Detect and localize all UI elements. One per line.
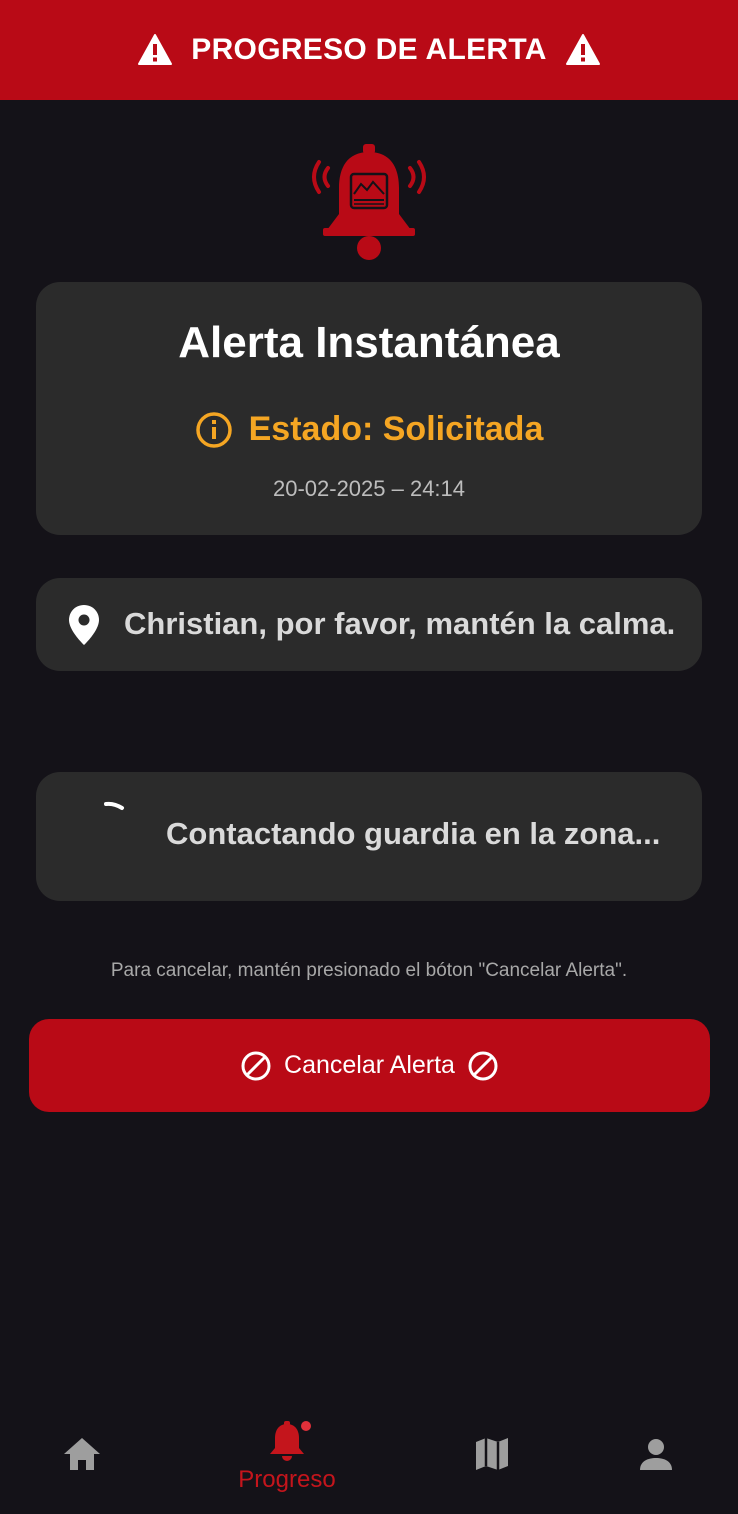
ban-icon: [241, 1051, 271, 1080]
message-card: Christian, por favor, mantén la calma.: [36, 578, 702, 671]
alert-datetime: 20-02-2025 – 24:14: [272, 476, 466, 501]
alert-info-card: Alerta Instantánea Estado: Solicitada 20…: [36, 282, 702, 535]
nav-map[interactable]: [470, 1436, 514, 1472]
nav-progress-label: Progreso: [238, 1466, 336, 1493]
contacting-text: Contactando guardia en la zona...: [166, 816, 661, 851]
cancel-hint: Para cancelar, mantén presionado el bóto…: [110, 960, 628, 981]
alert-progress-screen: PROGRESO DE ALERTA Alerta Instantánea Es…: [0, 0, 738, 1514]
home-icon: [64, 1438, 100, 1470]
status-text: Estado: Solicitada: [248, 410, 544, 448]
map-icon: [476, 1438, 508, 1470]
page-title: PROGRESO DE ALERTA: [191, 33, 547, 66]
location-pin-icon: [69, 605, 99, 645]
warning-icon: [138, 34, 173, 65]
bottom-navigation: Progreso: [0, 1400, 738, 1514]
warning-icon: [565, 34, 600, 65]
calm-message: Christian, por favor, mantén la calma.: [124, 606, 676, 641]
alarm-bell-icon: [301, 140, 437, 264]
top-app-bar: PROGRESO DE ALERTA: [0, 0, 738, 100]
nav-profile[interactable]: [634, 1436, 678, 1472]
cancel-alert-button[interactable]: Cancelar Alerta: [29, 1019, 710, 1112]
contacting-card: Contactando guardia en la zona...: [36, 772, 702, 901]
ban-icon: [468, 1051, 498, 1080]
person-icon: [640, 1439, 672, 1470]
loading-spinner-icon: [104, 801, 124, 810]
cancel-alert-label: Cancelar Alerta: [284, 1051, 455, 1079]
bell-icon: [270, 1421, 311, 1461]
alert-title: Alerta Instantánea: [178, 318, 560, 367]
nav-home[interactable]: [60, 1436, 104, 1472]
nav-progress[interactable]: Progreso: [220, 1420, 354, 1494]
status-row: Estado: Solicitada: [36, 410, 702, 449]
info-icon: [195, 411, 232, 448]
